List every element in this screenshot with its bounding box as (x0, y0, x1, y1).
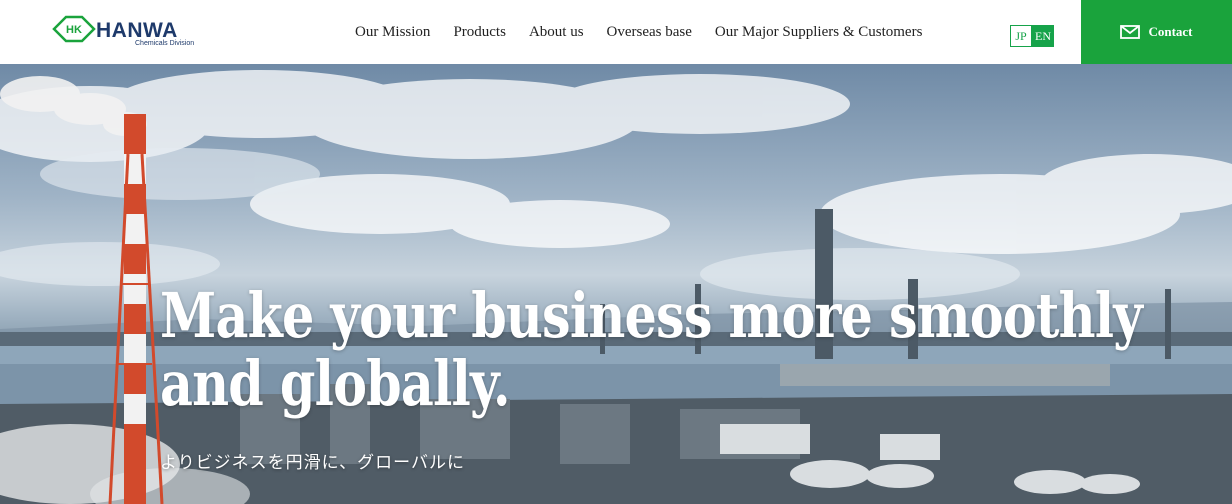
hk-logo-icon: HK (52, 15, 96, 43)
nav-products[interactable]: Products (453, 24, 506, 41)
nav-our-mission[interactable]: Our Mission (355, 24, 430, 41)
contact-button[interactable]: Contact (1081, 0, 1232, 64)
hero-headline-line-1: Make your business more smoothly (160, 279, 1143, 352)
hanwa-logo[interactable]: HK HANWA Chemicals Division (52, 14, 202, 50)
nav-overseas-base[interactable]: Overseas base (607, 24, 692, 41)
hero-headline-line-2: and globally. (160, 347, 511, 420)
logo-wordmark: HANWA (96, 19, 178, 42)
main-nav: Our Mission Products About us Overseas b… (355, 0, 945, 64)
hero-headline: Make your business more smoothly and glo… (160, 279, 1143, 420)
nav-suppliers-customers[interactable]: Our Major Suppliers & Customers (715, 24, 923, 41)
lang-en-button[interactable]: EN (1032, 25, 1054, 47)
lang-jp-button[interactable]: JP (1010, 25, 1032, 47)
hero-subline-japanese: よりビジネスを円滑に、グローバルに (160, 453, 465, 473)
mail-icon (1120, 25, 1141, 39)
logo-subtitle: Chemicals Division (135, 40, 195, 47)
language-switcher: JP EN (1010, 25, 1054, 47)
nav-about-us[interactable]: About us (529, 24, 584, 41)
site-header: HK HANWA Chemicals Division Our Mission … (0, 0, 1232, 64)
hero-banner: Make your business more smoothly and glo… (0, 64, 1232, 504)
svg-text:HK: HK (66, 24, 82, 36)
contact-label: Contact (1148, 24, 1193, 39)
